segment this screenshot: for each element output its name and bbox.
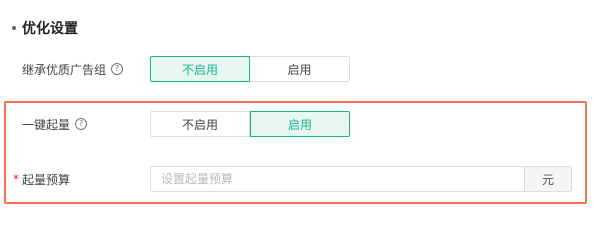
one-click-label-text: 一键起量 <box>22 117 71 132</box>
one-click-label: 一键起量 ? <box>22 116 88 133</box>
one-click-option-enable[interactable]: 启用 <box>250 111 350 137</box>
budget-row: * 起量预算 <box>13 171 70 188</box>
inherit-option-enable[interactable]: 启用 <box>250 56 350 82</box>
required-mark: * <box>13 172 19 186</box>
inherit-row: 继承优质广告组 ? <box>22 61 124 78</box>
optimization-settings-panel: 优化设置 继承优质广告组 ? 不启用 启用 一键起量 ? 不启用 启用 * 起量… <box>0 0 594 211</box>
section-title-text: 优化设置 <box>22 21 78 37</box>
one-click-row: 一键起量 ? <box>22 116 88 133</box>
inherit-option-disable[interactable]: 不启用 <box>150 56 250 82</box>
budget-label: * 起量预算 <box>13 171 70 188</box>
budget-label-text: 起量预算 <box>22 172 71 187</box>
question-circle-icon[interactable]: ? <box>111 63 124 75</box>
inherit-toggle-group: 不启用 启用 <box>150 56 350 82</box>
bullet-icon <box>12 26 16 30</box>
budget-input[interactable] <box>151 167 524 191</box>
question-circle-icon[interactable]: ? <box>75 118 88 130</box>
budget-unit: 元 <box>524 167 571 191</box>
one-click-toggle-group: 不启用 启用 <box>150 111 350 137</box>
section-title: 优化设置 <box>12 18 78 38</box>
inherit-label-text: 继承优质广告组 <box>22 62 107 77</box>
budget-input-group: 元 <box>150 166 572 192</box>
inherit-label: 继承优质广告组 ? <box>22 61 124 78</box>
one-click-option-disable[interactable]: 不启用 <box>150 111 250 137</box>
